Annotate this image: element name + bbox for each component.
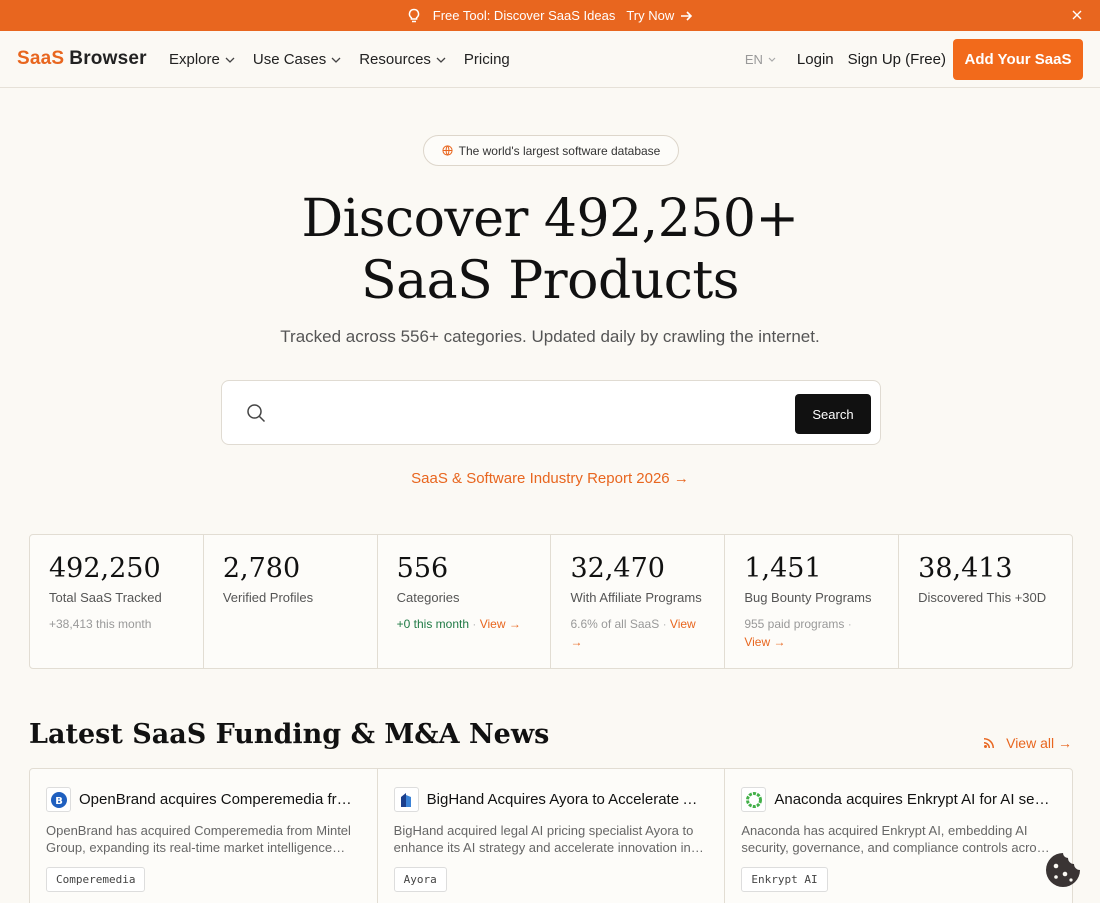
company-tag[interactable]: Ayora xyxy=(393,867,447,892)
news-card[interactable]: BigHand Acquires Ayora to Accelerate AI … xyxy=(378,769,726,903)
promo-banner: Free Tool: Discover SaaS Ideas Try Now xyxy=(0,0,1100,31)
view-all-news-link[interactable]: View all → xyxy=(984,735,1072,751)
anaconda-logo-icon xyxy=(741,787,767,812)
stat-categories: 556 Categories +0 this month · View → xyxy=(378,535,552,668)
rss-icon xyxy=(984,738,995,748)
stat-total-saas: 492,250 Total SaaS Tracked +38,413 this … xyxy=(30,535,204,668)
lightbulb-icon xyxy=(408,8,420,22)
globe-icon xyxy=(442,145,453,156)
hero-subtitle: Tracked across 556+ categories. Updated … xyxy=(280,327,820,346)
main-menu: Explore Use Cases Resources Pricing xyxy=(169,51,528,68)
menu-use-cases[interactable]: Use Cases xyxy=(253,51,341,68)
svg-text:B: B xyxy=(55,796,63,807)
news-card[interactable]: B OpenBrand acquires Comperemedia from M… xyxy=(30,769,378,903)
header-actions: EN Login Sign Up (Free) Add Your SaaS xyxy=(745,39,1083,80)
news-grid: B OpenBrand acquires Comperemedia from M… xyxy=(29,768,1073,903)
cookie-icon[interactable] xyxy=(1043,850,1083,890)
stat-discovered: 38,413 Discovered This +30D xyxy=(918,553,1047,605)
banner-text: Free Tool: Discover SaaS Ideas xyxy=(432,8,616,23)
openbrand-logo-icon: B xyxy=(46,787,71,812)
header-nav: SaaS Browser Explore Use Cases Resources… xyxy=(0,31,1100,88)
stat-verified-profiles: 2,780 Verified Profiles xyxy=(204,535,378,668)
arrow-right-icon xyxy=(681,10,693,21)
search-input[interactable] xyxy=(282,395,802,431)
search-icon xyxy=(247,404,266,423)
news-section-title: Latest SaaS Funding & M&A News xyxy=(29,719,550,750)
close-icon[interactable] xyxy=(1070,8,1084,22)
stat-affiliate: 32,470 With Affiliate Programs 6.6% of a… xyxy=(551,535,726,668)
search-button[interactable]: Search xyxy=(795,394,871,434)
view-bug-bounty-link[interactable]: View → xyxy=(744,635,785,649)
signup-link[interactable]: Sign Up (Free) xyxy=(848,51,946,68)
login-link[interactable]: Login xyxy=(797,51,834,68)
chevron-down-icon xyxy=(225,57,235,63)
company-tag[interactable]: Enkrypt AI xyxy=(741,867,828,892)
language-selector[interactable]: EN xyxy=(745,52,776,67)
try-now-link[interactable]: Try Now xyxy=(626,8,693,23)
chevron-down-icon xyxy=(331,57,341,63)
search-box: Search xyxy=(221,380,881,445)
menu-explore[interactable]: Explore xyxy=(169,51,235,68)
stat-bug-bounty: 1,451 Bug Bounty Programs 955 paid progr… xyxy=(725,535,900,668)
stats-panel: 492,250 Total SaaS Tracked +38,413 this … xyxy=(29,534,1073,669)
view-categories-link[interactable]: View → xyxy=(480,617,521,631)
chevron-down-icon xyxy=(768,57,776,62)
menu-pricing[interactable]: Pricing xyxy=(464,51,510,68)
menu-resources[interactable]: Resources xyxy=(359,51,446,68)
page-title: Discover 492,250+ SaaS Products xyxy=(301,189,799,311)
add-saas-button[interactable]: Add Your SaaS xyxy=(953,39,1083,80)
database-pill: The world's largest software database xyxy=(423,135,679,166)
news-card[interactable]: Anaconda acquires Enkrypt AI for AI secu… xyxy=(725,769,1072,903)
company-tag[interactable]: Comperemedia xyxy=(46,867,146,892)
industry-report-link[interactable]: SaaS & Software Industry Report 2026 → xyxy=(0,470,1100,487)
bighand-logo-icon xyxy=(393,787,419,812)
chevron-down-icon xyxy=(436,57,446,63)
logo[interactable]: SaaS Browser xyxy=(17,48,147,70)
